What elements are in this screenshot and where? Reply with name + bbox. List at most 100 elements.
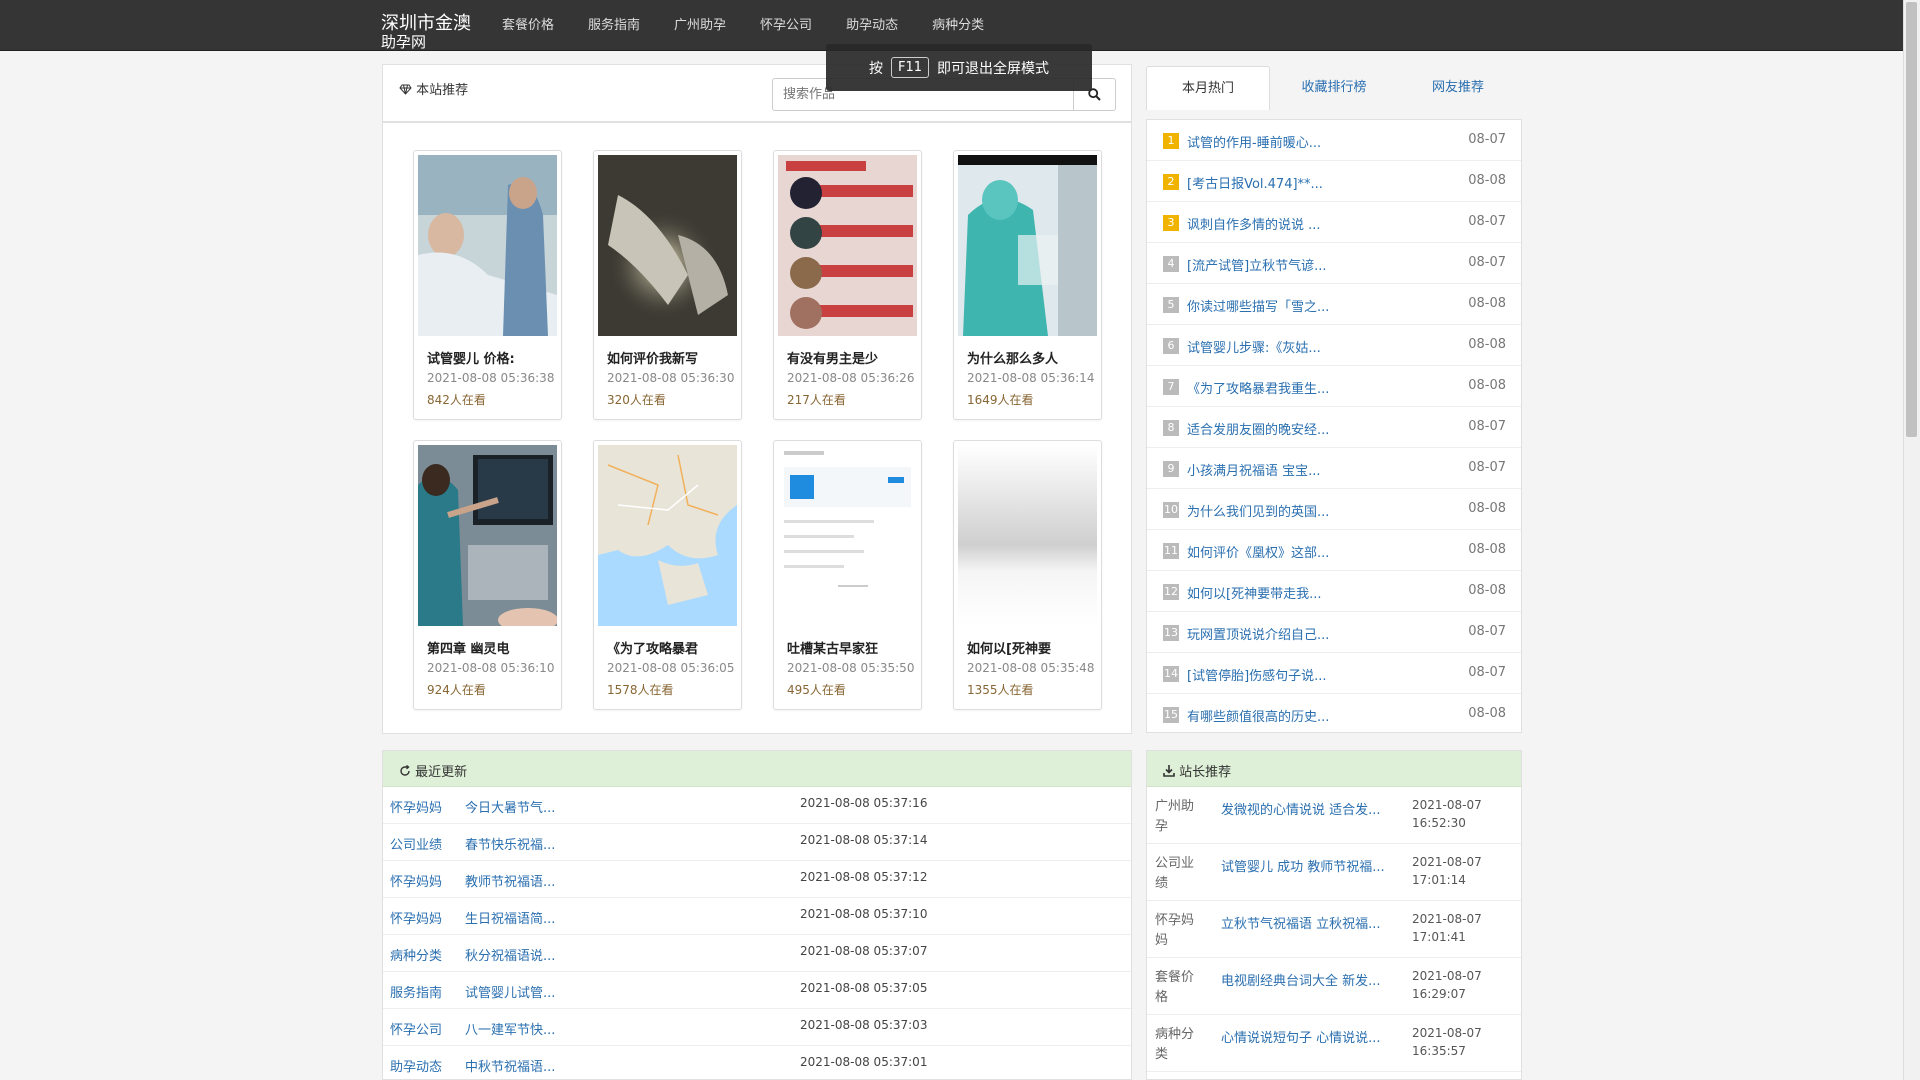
update-category[interactable]: 怀孕妈妈 [390, 797, 442, 816]
card-2[interactable]: 如何评价我新写 2021-08-08 05:36:30 320人在看 [593, 150, 742, 420]
update-row[interactable]: 服务指南 试管婴儿试管... 2021-08-08 05:37:05 [383, 972, 1131, 1009]
hot-item-title[interactable]: 讽刺自作多情的说说 ... [1187, 214, 1321, 233]
hot-item[interactable]: 11 如何评价《凰权》这部... 08-08 [1147, 530, 1521, 571]
pick-title[interactable]: 电视剧经典台词大全 新发... [1221, 970, 1381, 989]
hot-item[interactable]: 8 适合发朋友圈的晚安经... 08-07 [1147, 407, 1521, 448]
tab-user-picks[interactable]: 网友推荐 [1396, 66, 1520, 110]
card-title[interactable]: 吐槽某古早家狂 [787, 638, 878, 657]
hot-item-title[interactable]: 为什么我们见到的英国... [1187, 501, 1329, 520]
update-title[interactable]: 春节快乐祝福... [465, 834, 555, 853]
update-row[interactable]: 怀孕妈妈 生日祝福语简... 2021-08-08 05:37:10 [383, 898, 1131, 935]
pick-title[interactable]: 心情说说短句子 心情说说... [1221, 1027, 1381, 1046]
card-4[interactable]: 为什么那么多人 2021-08-08 05:36:14 1649人在看 [953, 150, 1102, 420]
page-scrollbar[interactable] [1903, 0, 1920, 1080]
update-row[interactable]: 怀孕妈妈 今日大暑节气... 2021-08-08 05:37:16 [383, 787, 1131, 824]
hot-item[interactable]: 6 试管婴儿步骤:《灰姑... 08-08 [1147, 325, 1521, 366]
card-8[interactable]: 如何以[死神要 2021-08-08 05:35:48 1355人在看 [953, 440, 1102, 710]
card-1[interactable]: 试管婴儿 价格: 2021-08-08 05:36:38 842人在看 [413, 150, 562, 420]
update-category[interactable]: 怀孕公司 [390, 1019, 442, 1038]
update-category[interactable]: 病种分类 [390, 945, 442, 964]
card-image-ultrasound[interactable] [418, 445, 557, 626]
card-title[interactable]: 如何以[死神要 [967, 638, 1051, 657]
update-category[interactable]: 怀孕妈妈 [390, 908, 442, 927]
pick-row[interactable]: 公司业绩 试管婴儿 成功 教师节祝福... 2021-08-07 17:01:14 [1147, 844, 1521, 901]
card-image-blurred[interactable] [958, 445, 1097, 626]
hot-item-title[interactable]: 《为了攻略暴君我重生... [1187, 378, 1329, 397]
nav-item-company[interactable]: 怀孕公司 [748, 0, 824, 51]
card-7[interactable]: 吐槽某古早家狂 2021-08-08 05:35:50 495人在看 [773, 440, 922, 710]
card-3[interactable]: 有没有男主是少 2021-08-08 05:36:26 217人在看 [773, 150, 922, 420]
hot-item[interactable]: 1 试管的作用-睡前暖心... 08-07 [1147, 120, 1521, 161]
card-5[interactable]: 第四章 幽灵电 2021-08-08 05:36:10 924人在看 [413, 440, 562, 710]
pick-title[interactable]: 立秋节气祝福语 立秋祝福... [1221, 913, 1381, 932]
update-category[interactable]: 公司业绩 [390, 834, 442, 853]
update-row[interactable]: 怀孕妈妈 教师节祝福语... 2021-08-08 05:37:12 [383, 861, 1131, 898]
site-logo[interactable]: 深圳市金澳 助孕网 [381, 14, 481, 52]
scrollbar-thumb[interactable] [1906, 2, 1917, 437]
hot-item-title[interactable]: 小孩满月祝福语 宝宝... [1187, 460, 1321, 479]
hot-item-title[interactable]: 如何评价《凰权》这部... [1187, 542, 1329, 561]
update-title[interactable]: 中秋节祝福语... [465, 1056, 555, 1075]
hot-item-title[interactable]: 如何以[死神要带走我... [1187, 583, 1321, 602]
hot-item[interactable]: 4 [流产试管]立秋节气谚... 08-07 [1147, 243, 1521, 284]
hot-item[interactable]: 10 为什么我们见到的英国... 08-08 [1147, 489, 1521, 530]
update-title[interactable]: 秋分祝福语说... [465, 945, 555, 964]
update-title[interactable]: 试管婴儿试管... [465, 982, 555, 1001]
card-title[interactable]: 第四章 幽灵电 [427, 638, 510, 657]
card-title[interactable]: 如何评价我新写 [607, 348, 698, 367]
card-image-map[interactable] [598, 445, 737, 626]
card-image-ivf-steps[interactable] [778, 155, 917, 336]
hot-item-title[interactable]: [流产试管]立秋节气谚... [1187, 255, 1327, 274]
hot-item-title[interactable]: [试管停胎]伤感句子说... [1187, 665, 1327, 684]
update-category[interactable]: 助孕动态 [390, 1056, 442, 1075]
hot-item[interactable]: 9 小孩满月祝福语 宝宝... 08-07 [1147, 448, 1521, 489]
update-row[interactable]: 助孕动态 中秋节祝福语... 2021-08-08 05:37:01 [383, 1046, 1131, 1080]
pick-row[interactable]: 广州助孕 发微视的心情说说 适合发... 2021-08-07 16:52:30 [1147, 787, 1521, 844]
update-category[interactable]: 服务指南 [390, 982, 442, 1001]
hot-item[interactable]: 15 有哪些颜值很高的历史... 08-08 [1147, 694, 1521, 735]
hot-item[interactable]: 2 [考古日报Vol.474]**... 08-08 [1147, 161, 1521, 202]
hot-item-title[interactable]: 试管的作用-睡前暖心... [1187, 132, 1321, 151]
hot-item[interactable]: 5 你读过哪些描写「雪之... 08-08 [1147, 284, 1521, 325]
pick-row[interactable]: 怀孕妈妈 立秋节气祝福语 立秋祝福... 2021-08-07 17:01:41 [1147, 901, 1521, 958]
card-image-screenshot[interactable] [778, 445, 917, 626]
hot-item[interactable]: 7 《为了攻略暴君我重生... 08-08 [1147, 366, 1521, 407]
nav-item-guangzhou[interactable]: 广州助孕 [662, 0, 738, 51]
hot-item-title[interactable]: 玩网置顶说说介绍自己... [1187, 624, 1329, 643]
card-title[interactable]: 试管婴儿 价格: [427, 348, 515, 367]
hot-item[interactable]: 12 如何以[死神要带走我... 08-08 [1147, 571, 1521, 612]
rank-badge: 12 [1163, 584, 1179, 600]
update-row[interactable]: 病种分类 秋分祝福语说... 2021-08-08 05:37:07 [383, 935, 1131, 972]
pick-row[interactable]: 病种分类 心情说说短句子 心情说说... 2021-08-07 16:35:57 [1147, 1015, 1521, 1072]
picks-title: 站长推荐 [1163, 761, 1231, 780]
card-title[interactable]: 为什么那么多人 [967, 348, 1058, 367]
nav-item-packages[interactable]: 套餐价格 [490, 0, 566, 51]
hot-item-title[interactable]: 试管婴儿步骤:《灰姑... [1187, 337, 1321, 356]
update-title[interactable]: 教师节祝福语... [465, 871, 555, 890]
hot-item[interactable]: 13 玩网置顶说说介绍自己... 08-07 [1147, 612, 1521, 653]
hot-item-title[interactable]: 有哪些颜值很高的历史... [1187, 706, 1329, 725]
update-row[interactable]: 怀孕公司 八一建军节快... 2021-08-08 05:37:03 [383, 1009, 1131, 1046]
pick-title[interactable]: 试管婴儿 成功 教师节祝福... [1221, 856, 1385, 875]
hot-item-title[interactable]: [考古日报Vol.474]**... [1187, 173, 1323, 192]
card-title[interactable]: 有没有男主是少 [787, 348, 878, 367]
update-category[interactable]: 怀孕妈妈 [390, 871, 442, 890]
hot-item[interactable]: 14 [试管停胎]伤感句子说... 08-07 [1147, 653, 1521, 694]
pick-title[interactable]: 发微视的心情说说 适合发... [1221, 799, 1381, 818]
card-image-glove-light[interactable] [598, 155, 737, 336]
update-row[interactable]: 公司业绩 春节快乐祝福... 2021-08-08 05:37:14 [383, 824, 1131, 861]
card-6[interactable]: 《为了攻略暴君 2021-08-08 05:36:05 1578人在看 [593, 440, 742, 710]
hot-item-title[interactable]: 适合发朋友圈的晚安经... [1187, 419, 1329, 438]
hot-item[interactable]: 3 讽刺自作多情的说说 ... 08-07 [1147, 202, 1521, 243]
card-image-hospital-bed[interactable] [418, 155, 557, 336]
card-title[interactable]: 《为了攻略暴君 [607, 638, 698, 657]
card-image-lab-worker[interactable] [958, 155, 1097, 336]
nav-item-service-guide[interactable]: 服务指南 [576, 0, 652, 51]
update-title[interactable]: 八一建军节快... [465, 1019, 555, 1038]
update-title[interactable]: 今日大暑节气... [465, 797, 555, 816]
hot-item-title[interactable]: 你读过哪些描写「雪之... [1187, 296, 1329, 315]
update-title[interactable]: 生日祝福语简... [465, 908, 555, 927]
pick-row[interactable]: 套餐价格 电视剧经典台词大全 新发... 2021-08-07 16:29:07 [1147, 958, 1521, 1015]
tab-monthly-hot[interactable]: 本月热门 [1146, 66, 1270, 110]
tab-favorites-ranking[interactable]: 收藏排行榜 [1272, 66, 1396, 110]
